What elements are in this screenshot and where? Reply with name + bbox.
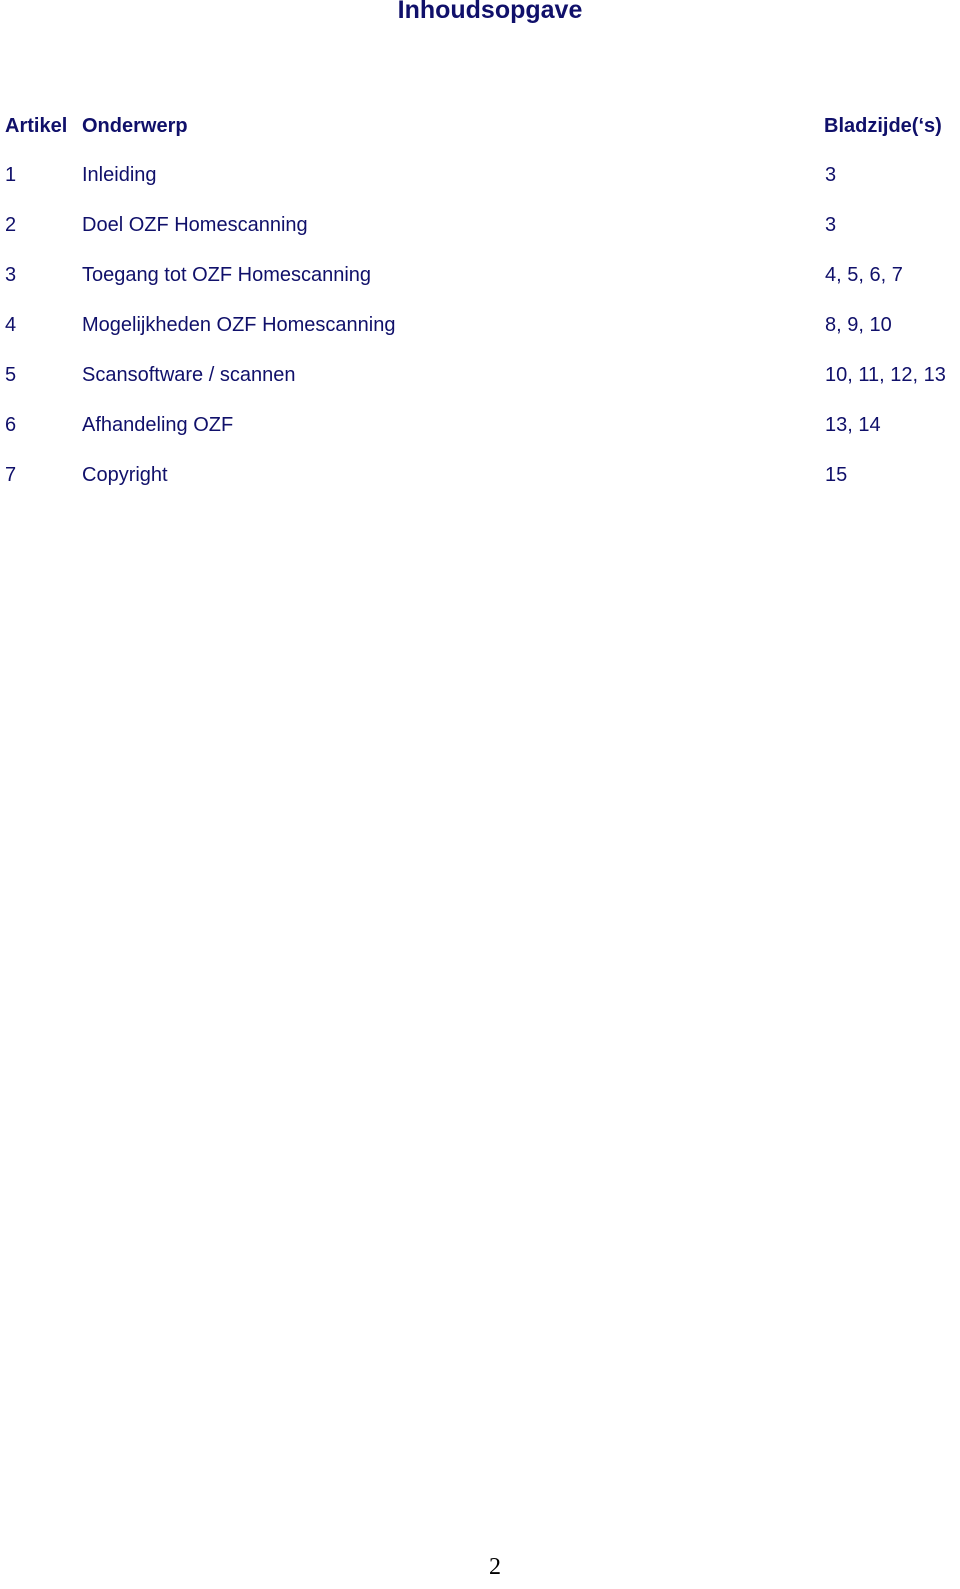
toc-pages: 10, 11, 12, 13 xyxy=(825,364,946,386)
toc-pages: 4, 5, 6, 7 xyxy=(825,264,903,286)
toc-subject: Inleiding xyxy=(82,164,157,186)
toc-row: 3 Toegang tot OZF Homescanning 4, 5, 6, … xyxy=(0,264,960,294)
toc-subject: Afhandeling OZF xyxy=(82,414,234,436)
header-artikel: Artikel xyxy=(5,115,68,137)
toc-article-number: 7 xyxy=(5,464,17,486)
toc-pages: 3 xyxy=(825,164,837,186)
header-onderwerp: Onderwerp xyxy=(82,115,188,137)
toc-article-number: 4 xyxy=(5,314,17,336)
toc-subject: Scansoftware / scannen xyxy=(82,364,296,386)
toc-article-number: 2 xyxy=(5,214,17,236)
toc-subject: Doel OZF Homescanning xyxy=(82,214,308,236)
toc-article-number: 1 xyxy=(5,164,17,186)
page-number: 2 xyxy=(489,1554,501,1580)
page-title: Inhoudsopgave xyxy=(397,0,583,24)
toc-row: 4 Mogelijkheden OZF Homescanning 8, 9, 1… xyxy=(0,314,960,344)
toc-row: 6 Afhandeling OZF 13, 14 xyxy=(0,414,960,444)
toc-subject: Toegang tot OZF Homescanning xyxy=(82,264,372,286)
toc-article-number: 3 xyxy=(5,264,17,286)
toc-row: 5 Scansoftware / scannen 10, 11, 12, 13 xyxy=(0,364,960,394)
toc-row: 2 Doel OZF Homescanning 3 xyxy=(0,214,960,244)
toc-pages: 13, 14 xyxy=(825,414,881,436)
toc-article-number: 6 xyxy=(5,414,17,436)
header-bladzijden: Bladzijde(‘s) xyxy=(824,115,942,137)
toc-article-number: 5 xyxy=(5,364,17,386)
toc-row: 7 Copyright 15 xyxy=(0,464,960,494)
toc-pages: 3 xyxy=(825,214,837,236)
toc-subject: Copyright xyxy=(82,464,168,486)
toc-pages: 8, 9, 10 xyxy=(825,314,892,336)
toc-pages: 15 xyxy=(825,464,848,486)
toc-subject: Mogelijkheden OZF Homescanning xyxy=(82,314,396,336)
toc-row: 1 Inleiding 3 xyxy=(0,164,960,194)
